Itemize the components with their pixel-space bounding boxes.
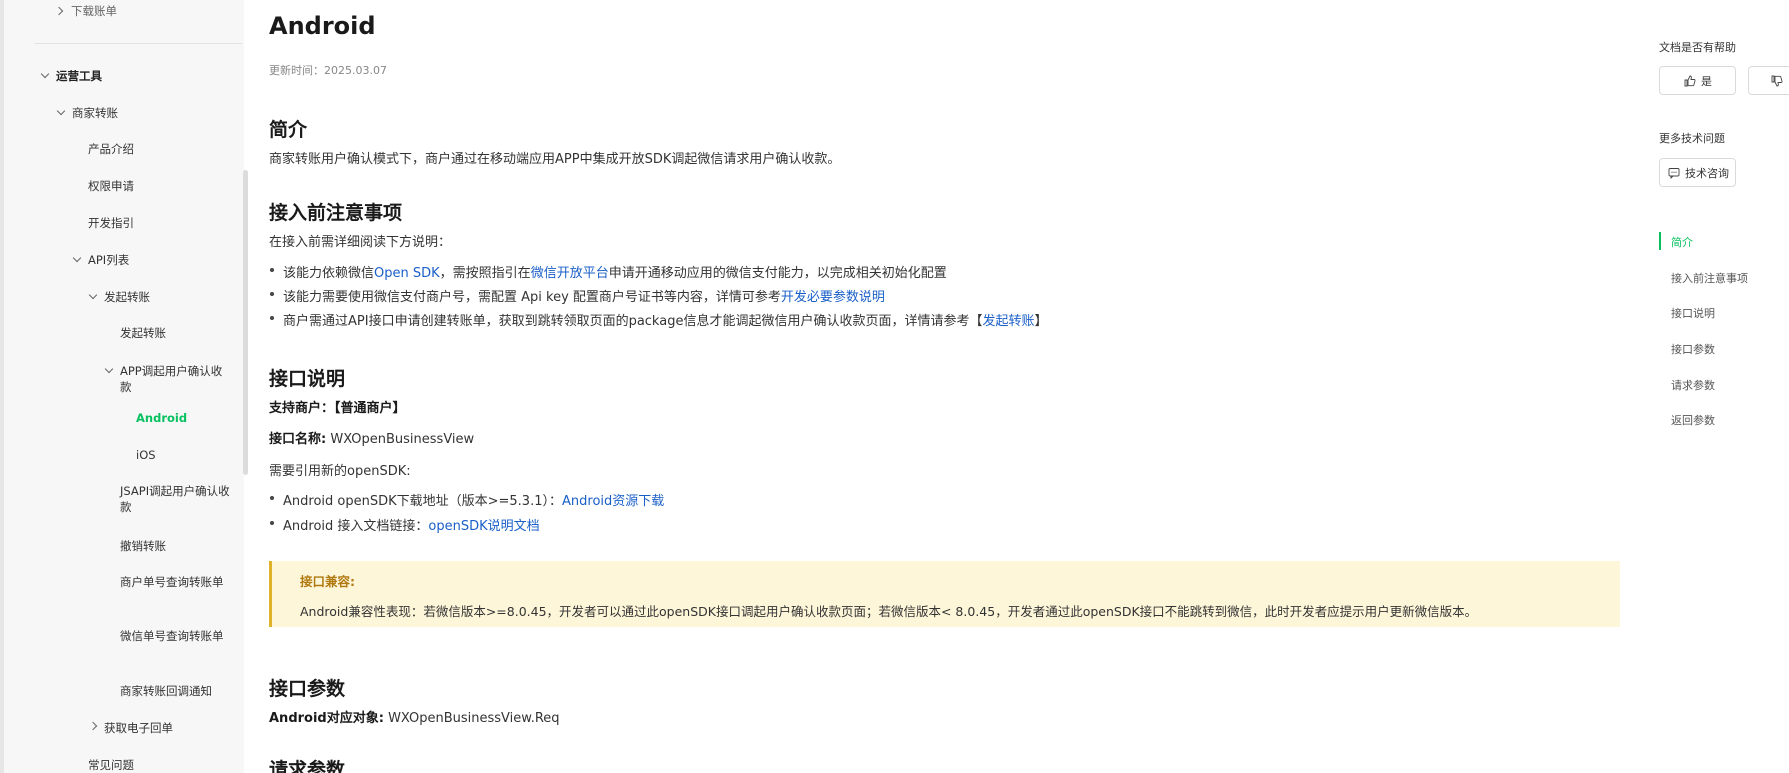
before-lead: 在接入前需详细阅读下方说明： — [269, 235, 452, 250]
sidebar-item-callback[interactable]: 商家转账回调通知 — [120, 684, 212, 698]
initiate-transfer-link[interactable]: 发起转账 — [982, 314, 1034, 329]
sidebar-item-app-confirm[interactable]: APP调起用户确认收款 — [120, 363, 232, 395]
more-questions-label: 更多技术问题 — [1659, 132, 1725, 145]
bullet-text: ，需按照指引在 — [439, 266, 531, 281]
api-name-label: 接口名称: — [269, 432, 327, 447]
toc-item-intro[interactable]: 简介 — [1671, 234, 1693, 250]
sidebar-nav: 下载账单 运营工具 商家转账 产品介绍 权限申请 开发指引 API列表 发起转账… — [0, 0, 248, 773]
bullet-create-transfer: 商户需通过API接口申请创建转账单，获取到跳转领取页面的package信息才能调… — [269, 310, 1047, 329]
notice-title: 接口兼容: — [300, 574, 355, 589]
opensdk-docs-link[interactable]: openSDK说明文档 — [428, 519, 539, 534]
helpful-no-button[interactable] — [1748, 66, 1789, 95]
sidebar-item-faq[interactable]: 常见问题 — [88, 758, 134, 772]
heading-api-params: 接口参数 — [269, 678, 346, 700]
bullet-sdk-download: Android openSDK下载地址（版本>=5.3.1）：Android资源… — [269, 490, 664, 509]
sidebar-item-cancel[interactable]: 撤销转账 — [120, 539, 166, 553]
bullet-text: 】 — [1034, 314, 1048, 329]
bullet-text: 该能力依赖微信 — [283, 266, 375, 281]
helpful-yes-label: 是 — [1701, 74, 1712, 88]
sidebar-item-initiate-transfer[interactable]: 发起转账 — [120, 326, 166, 340]
helpful-label: 文档是否有帮助 — [1659, 41, 1736, 54]
object-value: WXOpenBusinessView.Req — [388, 711, 560, 726]
sidebar-item-initiate-group[interactable]: 发起转账 — [104, 290, 150, 304]
toc-active-indicator — [1659, 232, 1661, 250]
android-object: Android对应对象: WXOpenBusinessView.Req — [269, 707, 560, 726]
bullet-text: Android openSDK下载地址（版本>=5.3.1）： — [283, 494, 562, 509]
bullet-merchant-config: 该能力需要使用微信支付商户号，需配置 Api key 配置商户号证书等内容，详情… — [269, 286, 885, 305]
chevron-right-icon — [54, 6, 64, 16]
intro-text: 商家转账用户确认模式下，商户通过在移动端应用APP中集成开放SDK调起微信请求用… — [269, 152, 841, 167]
heading-before-access: 接入前注意事项 — [269, 202, 403, 224]
sidebar-item-ios[interactable]: iOS — [136, 448, 156, 462]
required-params-link[interactable]: 开发必要参数说明 — [781, 290, 885, 305]
bullet-text: 该能力需要使用微信支付商户号，需配置 Api key 配置商户号证书等内容，详情… — [283, 290, 781, 305]
sidebar-item-permission[interactable]: 权限申请 — [88, 179, 134, 193]
object-label: Android对应对象: — [269, 711, 384, 726]
compatibility-notice: 接口兼容: Android兼容性表现：若微信版本>=8.0.45，开发者可以通过… — [269, 561, 1620, 627]
bullet-text: 申请开通移动应用的微信支付能力，以完成相关初始化配置 — [608, 266, 947, 281]
bullet-open-sdk: 该能力依赖微信Open SDK，需按照指引在微信开放平台申请开通移动应用的微信支… — [269, 262, 947, 281]
open-sdk-link[interactable]: Open SDK — [374, 266, 440, 281]
sidebar-item-api-list[interactable]: API列表 — [88, 253, 129, 267]
right-panel: 文档是否有帮助 是 更多技术问题 技术咨询 简介 接入前注意事项 接口说明 接口… — [1629, 0, 1789, 773]
update-time: 更新时间：2025.03.07 — [269, 64, 387, 77]
toc-item-api-desc[interactable]: 接口说明 — [1671, 305, 1715, 321]
api-name: 接口名称: WXOpenBusinessView — [269, 428, 474, 447]
sidebar-item-receipt[interactable]: 获取电子回单 — [104, 721, 173, 735]
bullet-text: 商户需通过API接口申请创建转账单，获取到跳转领取页面的package信息才能调… — [283, 314, 983, 329]
helpful-yes-button[interactable]: 是 — [1659, 66, 1736, 95]
heading-api-desc: 接口说明 — [269, 368, 346, 390]
sidebar-item-guide[interactable]: 开发指引 — [88, 216, 134, 230]
page-title: Android — [269, 12, 376, 40]
main-content: Android 更新时间：2025.03.07 简介 商家转账用户确认模式下，商… — [244, 0, 1629, 773]
toc-item-before-access[interactable]: 接入前注意事项 — [1671, 270, 1748, 286]
support-merchant: 支持商户：【普通商户】 — [269, 397, 406, 416]
bullet-text: Android 接入文档链接： — [283, 519, 429, 534]
sidebar-item-download-bill[interactable]: 下载账单 — [71, 4, 117, 18]
chevron-down-icon[interactable] — [56, 106, 66, 116]
chevron-down-icon[interactable] — [40, 69, 50, 79]
tech-consult-label: 技术咨询 — [1685, 166, 1729, 180]
toc-item-response-params[interactable]: 返回参数 — [1671, 412, 1715, 428]
support-value: 【普通商户】 — [334, 401, 406, 416]
sidebar-item-jsapi[interactable]: JSAPI调起用户确认收款 — [120, 483, 232, 515]
nav-divider — [34, 43, 242, 44]
chevron-down-icon[interactable] — [88, 290, 98, 300]
toc-item-request-params[interactable]: 请求参数 — [1671, 377, 1715, 393]
thumbs-up-icon — [1684, 75, 1696, 86]
android-resource-link[interactable]: Android资源下载 — [562, 494, 664, 509]
heading-request-params: 请求参数 — [269, 759, 346, 773]
sidebar-group-merchant-transfer[interactable]: 商家转账 — [72, 106, 118, 120]
chevron-down-icon[interactable] — [104, 364, 114, 374]
api-name-value: WXOpenBusinessView — [330, 432, 475, 447]
sidebar-item-query-wechat[interactable]: 微信单号查询转账单 — [120, 628, 232, 644]
sidebar-item-android[interactable]: Android — [136, 411, 187, 425]
bullet-sdk-docs: Android 接入文档链接：openSDK说明文档 — [269, 515, 540, 534]
sidebar-item-query-merchant[interactable]: 商户单号查询转账单 — [120, 574, 232, 590]
open-platform-link[interactable]: 微信开放平台 — [531, 266, 609, 281]
sdk-note: 需要引用新的openSDK: — [269, 464, 411, 479]
support-label: 支持商户： — [269, 401, 335, 416]
chat-icon — [1668, 167, 1680, 179]
chevron-down-icon[interactable] — [72, 253, 82, 263]
thumbs-down-icon — [1771, 75, 1783, 86]
notice-body: Android兼容性表现：若微信版本>=8.0.45，开发者可以通过此openS… — [300, 604, 1478, 619]
toc-item-api-params[interactable]: 接口参数 — [1671, 341, 1715, 357]
chevron-right-icon[interactable] — [88, 721, 98, 731]
tech-consult-button[interactable]: 技术咨询 — [1659, 158, 1736, 187]
sidebar-item-intro[interactable]: 产品介绍 — [88, 142, 134, 156]
heading-intro: 简介 — [269, 119, 308, 141]
sidebar-section-ops-tools[interactable]: 运营工具 — [56, 69, 102, 83]
